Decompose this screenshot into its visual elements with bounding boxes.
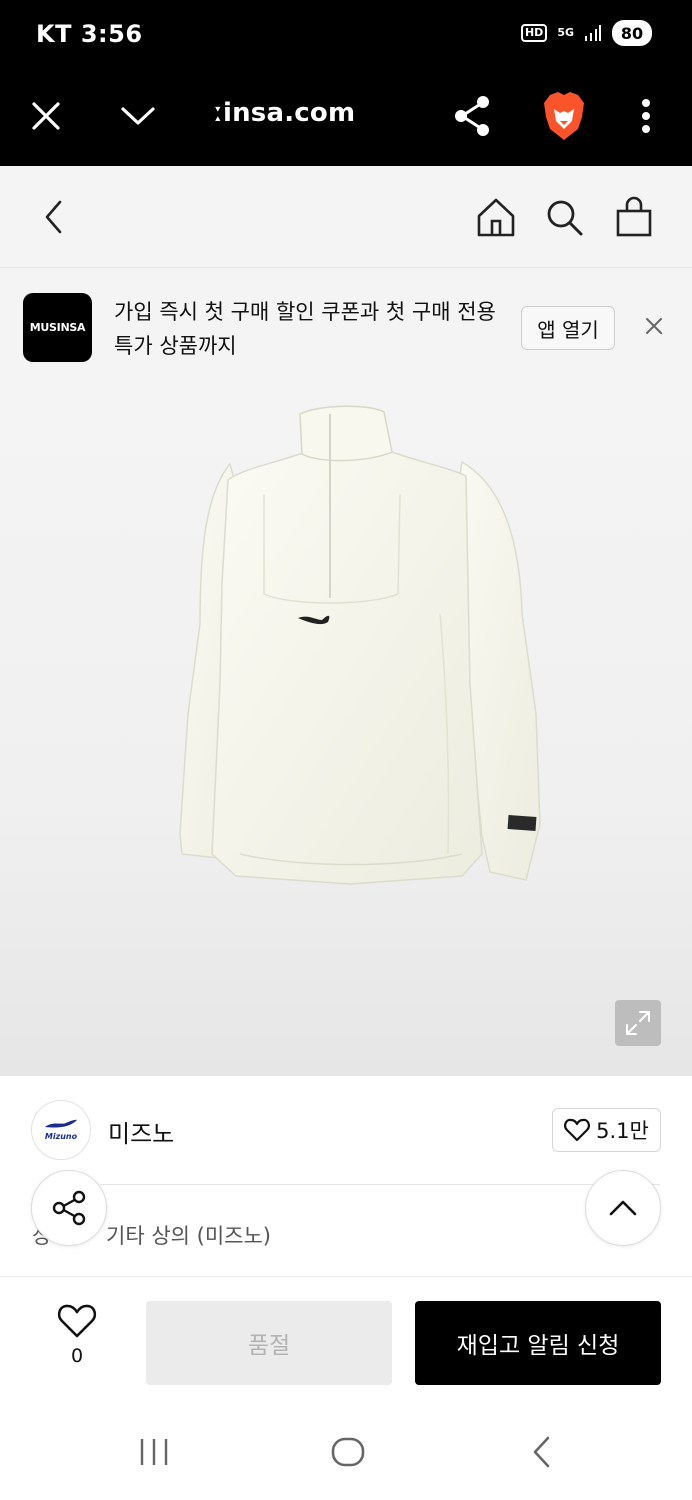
share-button[interactable]: [31, 1170, 107, 1246]
soldout-button: 품절: [146, 1301, 392, 1385]
system-navigation-bar: [0, 1406, 692, 1500]
status-bar: KT 3:56 HD 5G 80: [0, 0, 692, 68]
mizuno-runbird-icon: [45, 1119, 77, 1128]
divider: [100, 1184, 660, 1185]
brand-like-button[interactable]: 5.1만: [552, 1108, 661, 1152]
network-5g-icon: 5G: [557, 26, 574, 39]
chevron-up-icon: [609, 1200, 637, 1216]
wishlist-count: 0: [70, 1345, 84, 1367]
app-install-banner: MUSINSA 가입 즉시 첫 구매 할인 쿠폰과 첫 구매 전용 특가 상품까…: [0, 268, 692, 384]
back-icon[interactable]: [30, 193, 78, 241]
battery-indicator: 80: [612, 20, 652, 46]
hd-icon: HD: [520, 24, 548, 42]
share-icon[interactable]: [448, 92, 496, 140]
brand-like-count: 5.1만: [596, 1119, 649, 1143]
more-vertical-icon[interactable]: [622, 92, 670, 140]
recent-apps-icon[interactable]: [130, 1428, 178, 1476]
brave-lion-icon[interactable]: [540, 92, 588, 140]
close-icon[interactable]: [22, 92, 70, 140]
category-breadcrumb[interactable]: 기타 상의 (미즈노): [106, 1220, 271, 1250]
browser-toolbar: ːinsa.com: [0, 68, 692, 166]
restock-alert-button[interactable]: 재입고 알림 신청: [415, 1301, 661, 1385]
open-app-button[interactable]: 앱 열기: [521, 306, 615, 350]
home-circle-icon[interactable]: [324, 1428, 372, 1476]
url-text[interactable]: ːinsa.com: [214, 98, 355, 128]
heart-icon: [564, 1118, 591, 1142]
site-header: [0, 166, 692, 268]
share-icon: [52, 1190, 86, 1226]
signal-icon: [585, 25, 601, 41]
scroll-top-button[interactable]: [585, 1170, 661, 1246]
banner-close-icon[interactable]: [640, 312, 668, 340]
wishlist-button[interactable]: 0: [50, 1303, 104, 1373]
bag-icon[interactable]: [610, 193, 658, 241]
jacket-illustration: [179, 405, 541, 885]
heart-icon: [57, 1304, 97, 1338]
back-nav-icon[interactable]: [518, 1428, 566, 1476]
home-icon[interactable]: [472, 193, 520, 241]
brand-logo-text: Mizuno: [44, 1132, 78, 1141]
status-icons: HD 5G 80: [520, 20, 652, 46]
product-image[interactable]: [0, 384, 692, 1076]
search-icon[interactable]: [540, 193, 588, 241]
carrier-time: KT 3:56: [36, 20, 143, 48]
brand-logo[interactable]: Mizuno: [31, 1100, 91, 1160]
brand-row: Mizuno 미즈노 5.1만: [0, 1076, 692, 1186]
brand-name[interactable]: 미즈노: [108, 1114, 174, 1149]
purchase-action-bar: 0 품절 재입고 알림 신청: [0, 1276, 692, 1406]
expand-icon[interactable]: [615, 1000, 661, 1046]
chevron-down-icon[interactable]: [114, 92, 162, 140]
banner-message: 가입 즉시 첫 구매 할인 쿠폰과 첫 구매 전용 특가 상품까지: [114, 300, 496, 358]
musinsa-logo: MUSINSA: [23, 293, 92, 362]
